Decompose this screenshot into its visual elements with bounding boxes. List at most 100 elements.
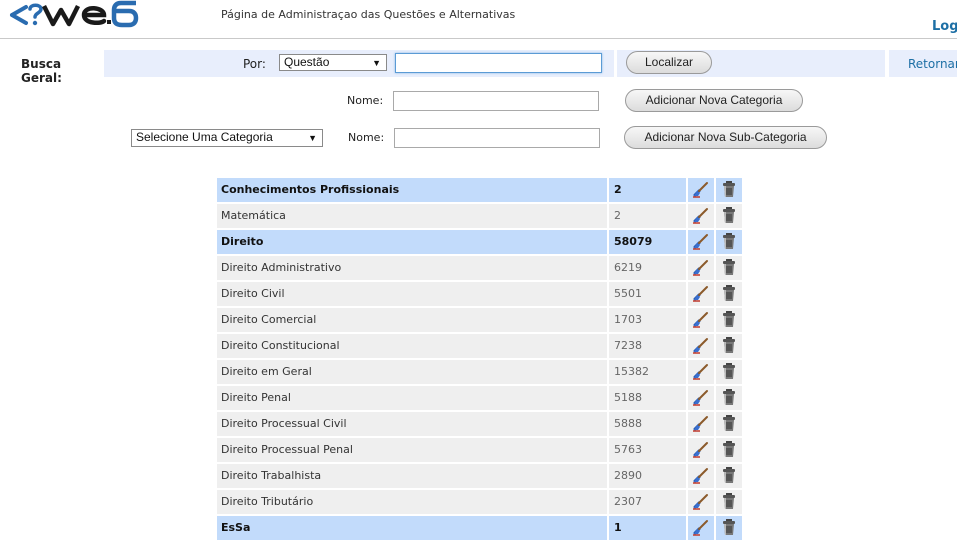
row-name: Direito Trabalhista — [217, 464, 607, 488]
trash-can-icon[interactable] — [720, 180, 738, 198]
trash-can-icon[interactable] — [720, 206, 738, 224]
chevron-down-icon: ▼ — [308, 133, 317, 143]
add-category-button[interactable]: Adicionar Nova Categoria — [625, 89, 803, 112]
subcategory-row: Direito Processual Penal 5763 — [217, 438, 742, 462]
row-count: 6219 — [609, 256, 686, 280]
trash-can-icon[interactable] — [720, 492, 738, 510]
subcategory-row: Matemática 2 — [217, 204, 742, 228]
edit-brush-icon[interactable] — [692, 232, 710, 250]
row-count: 2890 — [609, 464, 686, 488]
edit-cell — [688, 412, 714, 436]
search-input[interactable] — [395, 53, 602, 73]
trash-can-icon[interactable] — [720, 518, 738, 536]
edit-brush-icon[interactable] — [692, 414, 710, 432]
return-link[interactable]: Retornar — [908, 57, 957, 71]
trash-can-icon[interactable] — [720, 310, 738, 328]
edit-brush-icon[interactable] — [692, 466, 710, 484]
delete-cell — [716, 360, 742, 384]
category-row: EsSa 1 — [217, 516, 742, 540]
edit-brush-icon[interactable] — [692, 440, 710, 458]
trash-can-icon[interactable] — [720, 466, 738, 484]
edit-brush-icon[interactable] — [692, 336, 710, 354]
trash-can-icon[interactable] — [720, 232, 738, 250]
row-count: 2 — [609, 204, 686, 228]
category-select[interactable]: Selecione Uma Categoria ▼ — [131, 129, 323, 147]
trash-can-icon[interactable] — [720, 414, 738, 432]
edit-brush-icon[interactable] — [692, 310, 710, 328]
search-type-select[interactable]: Questão ▼ — [279, 54, 387, 71]
delete-cell — [716, 282, 742, 306]
edit-brush-icon[interactable] — [692, 362, 710, 380]
subcategory-name-input[interactable] — [394, 128, 600, 148]
row-name: Direito Processual Penal — [217, 438, 607, 462]
edit-cell — [688, 178, 714, 202]
edit-cell — [688, 438, 714, 462]
trash-can-icon[interactable] — [720, 284, 738, 302]
row-count: 5188 — [609, 386, 686, 410]
edit-brush-icon[interactable] — [692, 206, 710, 224]
row-name: Direito Penal — [217, 386, 607, 410]
edit-brush-icon[interactable] — [692, 518, 710, 536]
row-name: Direito Administrativo — [217, 256, 607, 280]
delete-cell — [716, 308, 742, 332]
localizar-button[interactable]: Localizar — [626, 51, 712, 74]
row-name: EsSa — [217, 516, 607, 540]
logout-link[interactable]: Log — [932, 19, 957, 34]
edit-cell — [688, 386, 714, 410]
edit-cell — [688, 360, 714, 384]
edit-brush-icon[interactable] — [692, 284, 710, 302]
subcategory-row: Direito em Geral 15382 — [217, 360, 742, 384]
delete-cell — [716, 386, 742, 410]
subcategory-row: Direito Tributário 2307 — [217, 490, 742, 514]
row-name: Matemática — [217, 204, 607, 228]
subcategory-row: Direito Processual Civil 5888 — [217, 412, 742, 436]
trash-can-icon[interactable] — [720, 388, 738, 406]
edit-cell — [688, 464, 714, 488]
chevron-down-icon: ▼ — [372, 58, 381, 68]
search-type-selected: Questão — [284, 55, 330, 69]
edit-cell — [688, 516, 714, 540]
delete-cell — [716, 178, 742, 202]
delete-cell — [716, 230, 742, 254]
trash-can-icon[interactable] — [720, 440, 738, 458]
subcategory-row: Direito Penal 5188 — [217, 386, 742, 410]
category-select-value: Selecione Uma Categoria — [136, 130, 273, 144]
subcategory-row: Direito Constitucional 7238 — [217, 334, 742, 358]
row-count: 58079 — [609, 230, 686, 254]
search-label: Busca Geral: — [21, 57, 62, 85]
row-count: 7238 — [609, 334, 686, 358]
edit-brush-icon[interactable] — [692, 492, 710, 510]
trash-can-icon[interactable] — [720, 362, 738, 380]
category-row: Conhecimentos Profissionais 2 — [217, 178, 742, 202]
delete-cell — [716, 438, 742, 462]
edit-brush-icon[interactable] — [692, 388, 710, 406]
category-name-input[interactable] — [393, 91, 599, 111]
delete-cell — [716, 256, 742, 280]
subcategory-row: Direito Administrativo 6219 — [217, 256, 742, 280]
edit-brush-icon[interactable] — [692, 258, 710, 276]
search-label-cell: Busca Geral: — [0, 50, 102, 85]
trash-can-icon[interactable] — [720, 336, 738, 354]
delete-cell — [716, 412, 742, 436]
add-subcategory-button[interactable]: Adicionar Nova Sub-Categoria — [624, 126, 827, 149]
delete-cell — [716, 464, 742, 488]
row-count: 5763 — [609, 438, 686, 462]
row-count: 5501 — [609, 282, 686, 306]
edit-cell — [688, 204, 714, 228]
category-row: Direito 58079 — [217, 230, 742, 254]
row-count: 2307 — [609, 490, 686, 514]
subcategory-name-label: Nome: — [348, 131, 385, 144]
row-name: Direito Processual Civil — [217, 412, 607, 436]
subcategory-row: Direito Civil 5501 — [217, 282, 742, 306]
category-name-label: Nome: — [347, 94, 384, 107]
edit-cell — [688, 256, 714, 280]
edit-cell — [688, 490, 714, 514]
edit-brush-icon[interactable] — [692, 180, 710, 198]
row-name: Direito Constitucional — [217, 334, 607, 358]
edit-cell — [688, 230, 714, 254]
delete-cell — [716, 490, 742, 514]
trash-can-icon[interactable] — [720, 258, 738, 276]
subcategory-row: Direito Trabalhista 2890 — [217, 464, 742, 488]
row-count: 5888 — [609, 412, 686, 436]
delete-cell — [716, 516, 742, 540]
